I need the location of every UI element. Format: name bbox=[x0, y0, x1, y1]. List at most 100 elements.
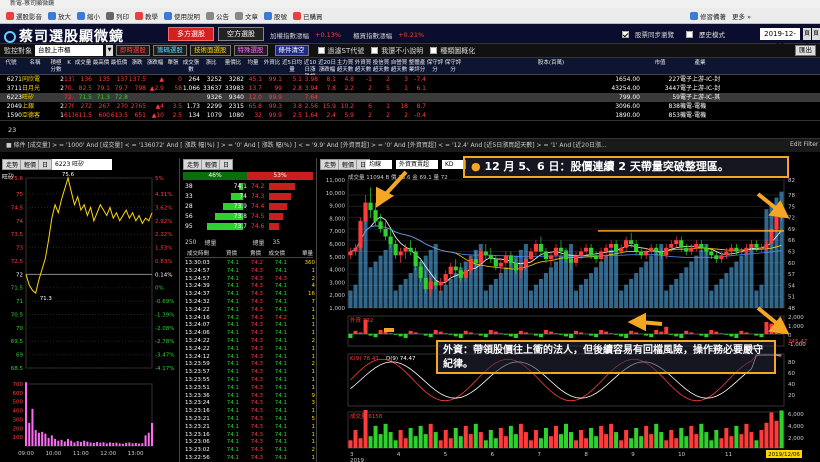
column-header[interactable]: 最低價 bbox=[110, 58, 128, 75]
toolbar-help-button[interactable]: 使用說明 bbox=[164, 11, 200, 21]
history-checkbox[interactable] bbox=[686, 30, 693, 38]
filter-st-checkbox[interactable] bbox=[317, 47, 325, 54]
more-button[interactable]: 更多 » bbox=[732, 11, 751, 21]
tick-cell: 74.1 bbox=[226, 361, 239, 368]
column-header[interactable]: K bbox=[64, 58, 74, 75]
toolbar-play-button[interactable]: 選股影音 bbox=[6, 11, 42, 21]
table-cell: 2765 bbox=[130, 103, 146, 110]
tick-header-cell: 賣價 bbox=[249, 251, 261, 257]
bid-price: 74 bbox=[239, 193, 247, 200]
indicator-select-ma[interactable]: 均線 bbox=[366, 160, 392, 169]
date-input[interactable]: 2019-12-06 bbox=[760, 28, 800, 50]
column-header[interactable]: 單張 bbox=[164, 58, 182, 75]
teach-icon bbox=[135, 11, 143, 20]
candle-body bbox=[468, 259, 473, 271]
candle-body bbox=[634, 244, 639, 252]
y-tick-left: 71.5 bbox=[11, 286, 24, 292]
tick-cell: 13:22:56 bbox=[185, 455, 210, 461]
price-tick: 82 bbox=[788, 178, 795, 184]
tick-cell: 1 bbox=[311, 306, 316, 313]
practice-button[interactable]: 修習備著 bbox=[690, 11, 726, 21]
toolbar-article-button[interactable]: 文章 bbox=[235, 11, 258, 21]
ob-tab-trend[interactable]: 走勢 bbox=[183, 159, 204, 170]
edit-filter-button[interactable]: Edit Filter bbox=[790, 138, 818, 152]
candle-body bbox=[774, 213, 779, 229]
column-header[interactable]: 整體產業評分 bbox=[408, 58, 426, 75]
column-header[interactable]: 近5日均量 bbox=[282, 58, 302, 75]
column-header[interactable]: 外資買超天數 bbox=[354, 58, 372, 75]
table-cell: 2.5 bbox=[172, 112, 182, 119]
column-header[interactable]: 近20日漲跌幅 bbox=[318, 58, 336, 75]
column-header[interactable]: 主力買超天數 bbox=[336, 58, 354, 75]
table-row[interactable]: 2049上銀 2270.5 272 267 2702765 ▲4 3.5 1.73 2299 23… bbox=[0, 102, 820, 111]
column-header[interactable]: 量價比 bbox=[222, 58, 244, 75]
table-row[interactable]: 1590亞德客1611.5611.5600613.5651▲102.513410… bbox=[0, 111, 820, 120]
ob-tab-daily[interactable]: 日 bbox=[219, 159, 234, 170]
column-header[interactable]: 產業 bbox=[680, 58, 720, 75]
mode-long-button[interactable]: 多方選股 bbox=[168, 27, 214, 41]
clear-conditions-button[interactable]: 條件清空 bbox=[274, 45, 309, 56]
tab-price-volume[interactable]: 輕價 bbox=[20, 159, 41, 170]
table-cell: 日月光 bbox=[22, 85, 41, 92]
monitor-select[interactable]: 台股上市櫃 bbox=[35, 45, 103, 56]
column-header[interactable]: 自營買超天數 bbox=[390, 58, 408, 75]
sync-checkbox[interactable] bbox=[622, 30, 629, 38]
candle-body bbox=[523, 259, 529, 267]
symbol-select[interactable]: 6223 旺矽 bbox=[52, 159, 112, 170]
column-header[interactable]: 近10日漲跌幅 bbox=[302, 58, 318, 75]
column-header[interactable]: 成交量 bbox=[74, 58, 92, 75]
page-tab-2[interactable]: 頁2 bbox=[812, 28, 820, 49]
table-cell: 264 bbox=[188, 76, 200, 83]
mode-short-button[interactable]: 空方選股 bbox=[218, 27, 264, 41]
technical-filter-button[interactable]: 技術面選股 bbox=[190, 45, 231, 56]
tick-cell: 74.1 bbox=[274, 306, 287, 313]
column-header[interactable]: 漲比 bbox=[200, 58, 222, 75]
toolbar-zoom-in-button[interactable]: 放大 bbox=[48, 11, 71, 21]
column-header[interactable]: 成交張數 bbox=[182, 58, 200, 75]
category-checkbox[interactable] bbox=[430, 47, 438, 54]
column-header[interactable]: 代號 bbox=[0, 58, 22, 75]
realtime-filter-button[interactable]: 即時選股 bbox=[116, 45, 150, 56]
column-header[interactable]: 市值 bbox=[640, 58, 680, 75]
special-filter-button[interactable]: 特殊選股 bbox=[233, 45, 268, 56]
tick-header: 成交時間 買價 賣價 成交價 單量 bbox=[185, 250, 313, 259]
column-header[interactable]: 保守評分 bbox=[444, 58, 462, 75]
toolbar-print-button[interactable]: 列印 bbox=[106, 11, 129, 21]
column-header[interactable]: 均量 bbox=[244, 58, 262, 75]
column-header[interactable]: 漲跌幅 bbox=[146, 58, 164, 75]
chip-filter-button[interactable]: 籌碼選股 bbox=[153, 45, 187, 56]
indicator-select-foreign[interactable]: 外資買賣超 bbox=[396, 160, 438, 169]
y-tick-right: 2.22% bbox=[155, 232, 172, 238]
y-tick-right: -1.39% bbox=[155, 312, 174, 318]
toolbar-ticker-button[interactable]: 股號 bbox=[264, 11, 287, 21]
table-row[interactable]: 3711日月光270.282.579.179.7798▲2.9581.06633… bbox=[0, 84, 820, 93]
column-header[interactable]: 外資比 bbox=[262, 58, 282, 75]
column-header[interactable]: 最高價 bbox=[92, 58, 110, 75]
chevron-down-icon[interactable]: ▼ bbox=[106, 45, 113, 56]
column-header[interactable]: 股本(百萬) bbox=[462, 58, 640, 75]
column-header[interactable]: 漲跌 bbox=[128, 58, 146, 75]
tick-cell: 13:23:16 bbox=[185, 431, 210, 438]
toolbar-zoom-out-button[interactable]: 縮小 bbox=[77, 11, 100, 21]
toolbar-notice-button[interactable]: 公告 bbox=[206, 11, 229, 21]
column-header[interactable]: 積極分數 bbox=[48, 58, 64, 75]
tab-daily[interactable]: 日 bbox=[38, 159, 53, 170]
export-button[interactable]: 匯出 bbox=[795, 45, 816, 56]
table-row[interactable]: 6271 同欣電 2 137 136 135 137 137.5 ▲ 0 264 3252 3282 45… bbox=[0, 75, 820, 84]
page-tab-1[interactable]: 頁1 bbox=[803, 28, 811, 49]
tab-trend[interactable]: 走勢 bbox=[2, 159, 23, 170]
toolbar-teach-button[interactable]: 教學 bbox=[135, 11, 158, 21]
column-header[interactable]: 投信買超天數 bbox=[372, 58, 390, 75]
toolbar-cart-button[interactable]: 已購買 bbox=[293, 11, 323, 21]
column-header[interactable]: 保守評分 bbox=[426, 58, 444, 75]
tick-cell: 74.1 bbox=[274, 330, 287, 337]
column-header[interactable]: 名稱 bbox=[22, 58, 48, 75]
hint-checkbox[interactable] bbox=[371, 47, 379, 54]
daily-tab-trend[interactable]: 走勢 bbox=[320, 159, 341, 170]
daily-tab-price-volume[interactable]: 輕價 bbox=[338, 159, 359, 170]
ob-tab-price-volume[interactable]: 輕價 bbox=[201, 159, 222, 170]
tick-header-cell: 單量 bbox=[301, 251, 313, 257]
table-cell: 13.7 bbox=[248, 85, 262, 92]
table-row[interactable]: 6223旺矽 72.0 71.5 71.3 72.8 9326 9340 12.0 99.9 7.… bbox=[0, 93, 820, 102]
tick-cell: 13:23:36 bbox=[185, 392, 210, 399]
